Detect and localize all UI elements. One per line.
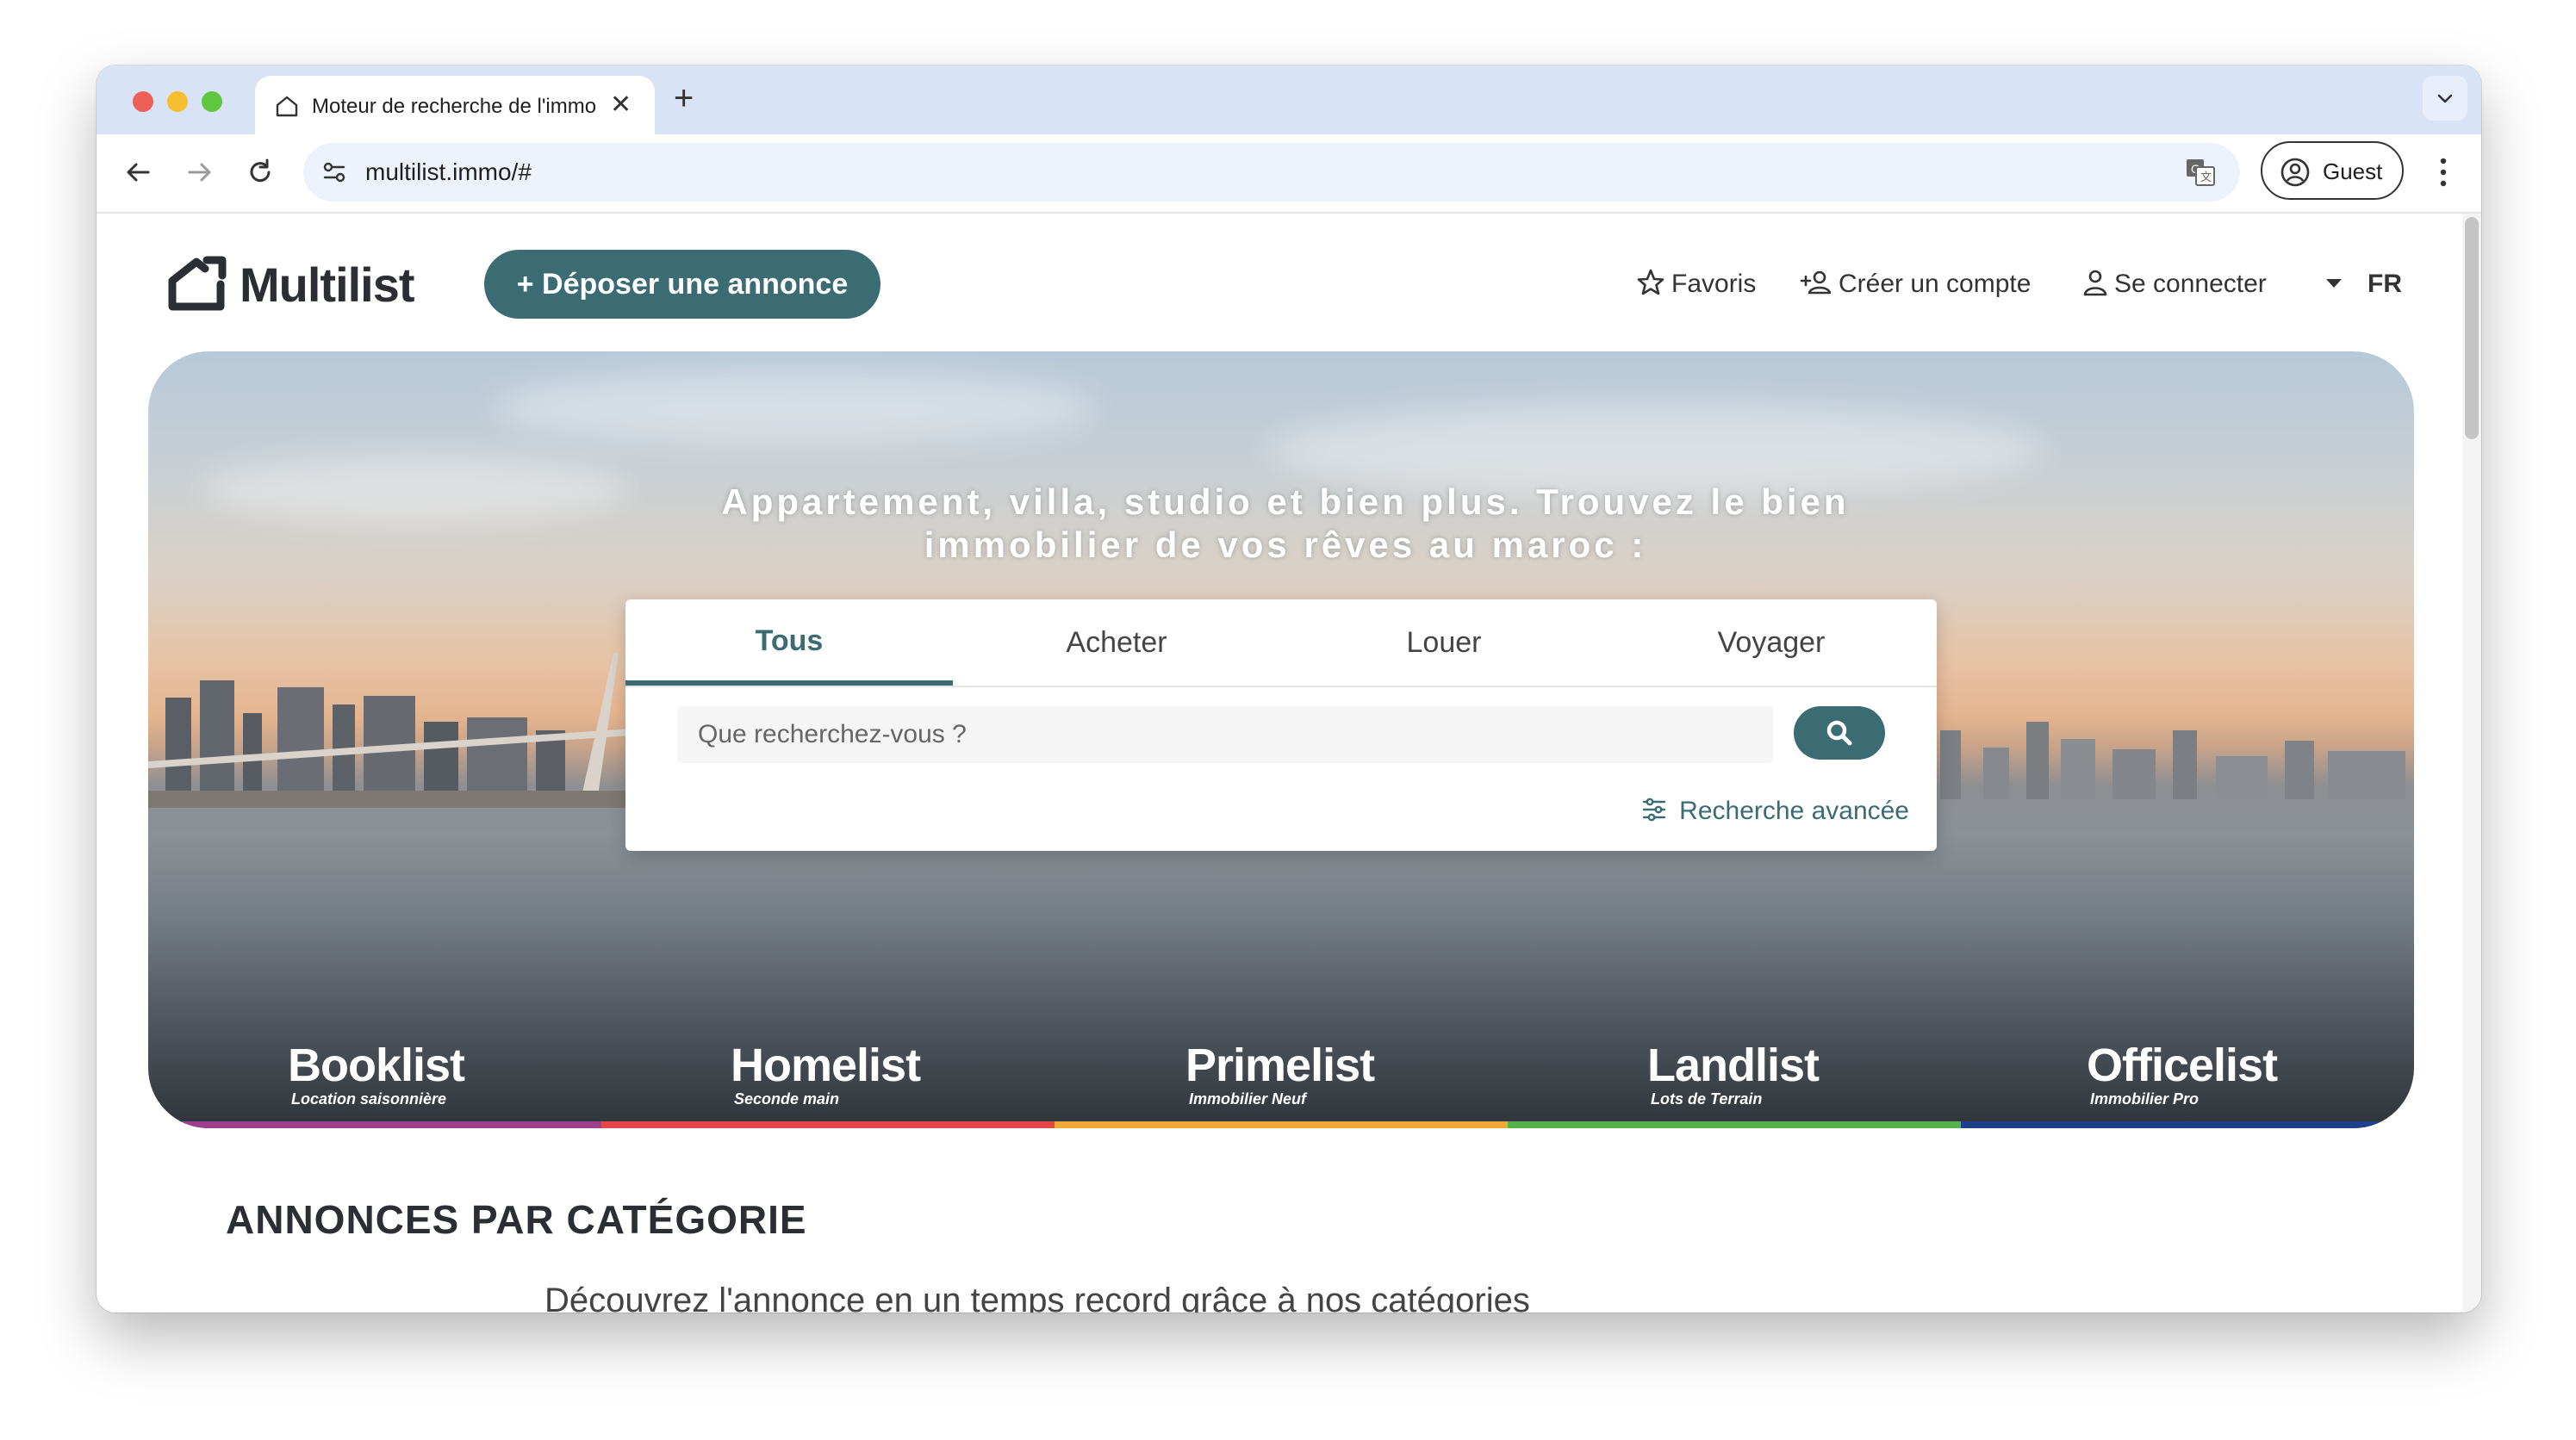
brand-landlist[interactable]: Landlist Lots de Terrain [1647,1040,1820,1108]
hero-headline: Appartement, villa, studio et bien plus.… [631,481,1940,567]
city-skyline-right [1940,722,2405,799]
url-text[interactable]: multilist.immo/# [365,155,532,189]
browser-window: Moteur de recherche de l'immobilier ✕ + [96,65,2481,1313]
browser-toolbar: multilist.immo/# G 文 Guest [96,134,2481,214]
strip-segment-booklist [148,1121,601,1128]
browser-tab-active[interactable]: Moteur de recherche de l'immobilier ✕ [255,76,655,134]
search-button[interactable] [1794,706,1885,760]
brand-booklist[interactable]: Booklist Location saisonnière [288,1040,465,1108]
advanced-search-label: Recherche avancée [1679,797,1909,825]
brand-subtitle: Location saisonnière [291,1090,447,1108]
login-label: Se connecter [2114,270,2267,298]
house-favicon-icon [276,96,298,117]
hero-banner: Appartement, villa, studio et bien plus.… [148,351,2414,1128]
svg-text:文: 文 [2200,171,2212,183]
logo-text: Multilist [240,258,415,312]
section-subtitle: Découvrez l'annonce en un temps record g… [544,1282,1530,1313]
brand-subtitle: Immobilier Neuf [1189,1090,1307,1108]
hero-headline-line1: Appartement, villa, studio et bien plus.… [721,481,1850,522]
tab-voyager[interactable]: Voyager [1608,599,1935,686]
scrollbar-thumb[interactable] [2465,217,2479,439]
site-info-icon[interactable] [317,155,352,189]
profile-button[interactable]: Guest [2261,141,2404,200]
tab-title: Moteur de recherche de l'immobilier [312,95,596,118]
brand-subtitle: Immobilier Pro [2090,1090,2200,1108]
search-input[interactable] [677,706,1773,763]
chevron-down-icon [2437,94,2453,103]
tabs-divider [625,686,1937,687]
strip-segment-landlist [1508,1121,1961,1128]
strip-segment-homelist [601,1121,1055,1128]
maximize-window-button[interactable] [202,91,222,112]
favorites-link[interactable]: Favoris [1635,265,1756,303]
create-account-label: Créer un compte [1839,270,2032,298]
address-bar[interactable]: multilist.immo/# G 文 [303,143,2240,202]
house-logo-icon [168,256,227,311]
language-caret-icon[interactable] [2326,279,2342,288]
post-ad-button[interactable]: + Déposer une annonce [484,250,880,319]
hero-headline-line2: immobilier de vos rêves au maroc : [924,524,1647,565]
brand-color-strip [148,1121,2414,1128]
tab-search-button[interactable] [2423,76,2467,121]
cloud-decoration [200,455,631,524]
brand-primelist[interactable]: Primelist Immobilier Neuf [1185,1040,1375,1108]
add-user-icon [1800,270,1832,295]
brand-officelist[interactable]: Officelist Immobilier Pro [2087,1040,2278,1108]
user-icon [2083,270,2107,296]
more-options-icon[interactable] [2433,153,2454,191]
brand-subtitle: Seconde main [734,1090,840,1108]
tab-tous[interactable]: Tous [625,599,953,686]
brand-name: Landlist [1647,1040,1820,1091]
new-tab-button[interactable]: + [674,79,694,117]
brand-name: Officelist [2087,1040,2278,1091]
strip-segment-officelist [1961,1121,2414,1128]
strip-segment-primelist [1055,1121,1508,1128]
city-skyline-left [148,653,656,808]
page-scrollbar[interactable] [2462,214,2481,1313]
search-card: Tous Acheter Louer Voyager Que recherche… [625,599,1937,851]
star-icon [1637,269,1664,295]
tab-bar: Moteur de recherche de l'immobilier ✕ + [96,65,2481,134]
favorites-label: Favoris [1671,270,1757,298]
advanced-search-link[interactable]: Recherche avancée [1641,794,1909,829]
brand-subtitle: Lots de Terrain [1651,1090,1763,1108]
minimize-window-button[interactable] [167,91,188,112]
back-arrow-icon[interactable] [121,155,155,189]
forward-arrow-icon[interactable] [183,155,217,189]
profile-label: Guest [2323,158,2383,184]
translate-icon[interactable]: G 文 [2183,155,2218,189]
tab-acheter[interactable]: Acheter [953,599,1280,686]
brand-name: Homelist [731,1040,921,1091]
create-account-link[interactable]: Créer un compte [1799,265,2031,303]
section-title: ANNONCES PAR CATÉGORIE [226,1197,807,1242]
search-icon [1826,720,1852,746]
tab-louer[interactable]: Louer [1280,599,1608,686]
sliders-icon [1642,798,1666,822]
close-tab-icon[interactable]: ✕ [610,90,632,121]
brand-name: Booklist [288,1040,465,1091]
reload-icon[interactable] [243,155,277,189]
language-selector[interactable]: FR [2368,265,2402,303]
account-circle-icon [2280,158,2310,187]
brand-homelist[interactable]: Homelist Seconde main [731,1040,921,1108]
login-link[interactable]: Se connecter [2081,265,2267,303]
brand-name: Primelist [1185,1040,1375,1091]
cloud-decoration [493,369,1096,446]
page-viewport: Multilist + Déposer une annonce Favoris … [96,214,2481,1313]
close-window-button[interactable] [133,91,153,112]
